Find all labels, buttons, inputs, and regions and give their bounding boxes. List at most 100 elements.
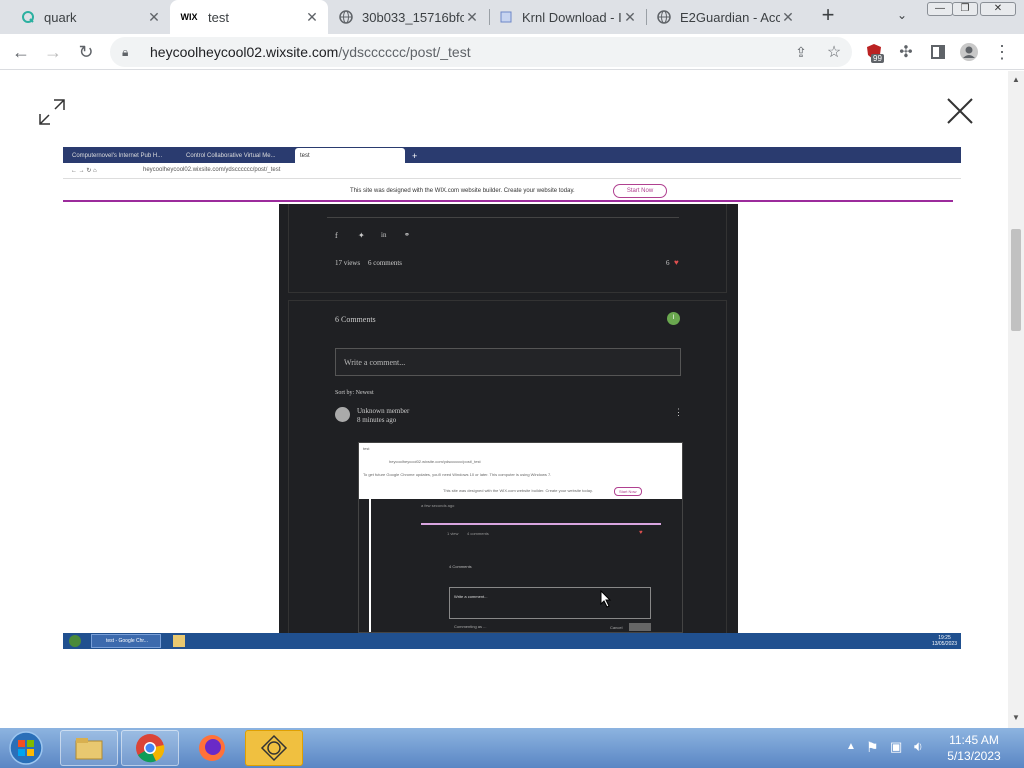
image-sort: Sort by: Newest — [335, 390, 374, 396]
tab-title: test — [208, 9, 229, 25]
krnl-icon — [498, 9, 514, 25]
close-tab-icon[interactable]: ✕ — [780, 9, 796, 26]
image-comment-time: 8 minutes ago — [357, 416, 397, 424]
extension-badge: 99 — [871, 54, 884, 63]
image-nested-time: a few seconds ago — [421, 503, 455, 508]
image-comments-title: 6 Comments — [335, 315, 376, 324]
show-hidden-icons[interactable]: ▲ — [846, 741, 856, 752]
minimize-button[interactable]: — — [927, 2, 953, 16]
new-tab-button[interactable]: + — [817, 4, 839, 27]
image-nested-write: Write a comment... — [454, 594, 488, 599]
image-tab: Computernovel's Internet Pub H... — [72, 152, 163, 159]
forward-button[interactable]: → — [42, 41, 64, 63]
system-clock[interactable]: 11:45 AM 5/13/2023 — [944, 732, 1004, 764]
image-nested-url: heycoolheycool02.wixsite.com/ydscccccc/p… — [389, 459, 481, 464]
file-explorer-taskbar-button[interactable] — [60, 730, 118, 766]
tab-30b033[interactable]: 30b033_15716bfc ✕ — [330, 0, 488, 34]
image-wix-banner: This site was designed with the WIX.com … — [63, 180, 953, 202]
image-views: 17 views — [335, 259, 361, 267]
menu-kebab-icon[interactable]: ⋮ — [991, 41, 1013, 63]
profile-avatar-icon[interactable] — [958, 41, 980, 63]
tab-quark[interactable]: quark ✕ — [12, 0, 170, 34]
wix-icon: WIX — [180, 12, 198, 22]
app-taskbar-button[interactable] — [245, 730, 303, 766]
start-button[interactable] — [4, 730, 48, 766]
action-center-flag-icon[interactable]: ⚑ — [866, 739, 879, 756]
close-lightbox-icon[interactable] — [946, 97, 974, 125]
tab-search-icon[interactable]: ⌄ — [897, 8, 907, 22]
tab-title: E2Guardian - Acc — [680, 9, 780, 25]
scrollbar-thumb[interactable] — [1011, 229, 1021, 331]
image-facebook-icon: f — [335, 231, 338, 240]
extensions-puzzle-icon[interactable]: ✣ — [895, 41, 917, 63]
tab-title: Krnl Download - I — [522, 9, 622, 25]
image-post-card: f ✦ in ⚭ 17 views 6 comments 6 ♥ — [288, 204, 727, 293]
image-mouse-cursor-icon — [600, 589, 612, 613]
image-comments-count: 6 comments — [368, 259, 403, 267]
image-tab-strip: Computernovel's Internet Pub H... Contro… — [63, 147, 961, 163]
image-nested-banner: This site was designed with the WIX.com … — [443, 488, 593, 493]
image-likes: 6 — [666, 259, 670, 267]
tab-e2guardian[interactable]: E2Guardian - Acc ✕ — [648, 0, 804, 34]
clock-time: 11:45 AM — [949, 733, 999, 747]
address-bar[interactable]: 🔒︎ heycoolheycool02.wixsite.com/ydsccccc… — [110, 37, 852, 67]
image-nested-publish — [629, 623, 651, 631]
image-folder-icon — [173, 635, 185, 647]
scroll-down-icon[interactable]: ▼ — [1012, 713, 1020, 722]
volume-icon[interactable]: 🔉︎ — [914, 738, 923, 755]
image-tab: Control Collaborative Virtual Me... — [186, 152, 276, 159]
image-twitter-icon: ✦ — [358, 231, 365, 240]
bookmark-star-icon[interactable]: ☆ — [823, 41, 845, 63]
close-tab-icon[interactable]: ✕ — [304, 9, 320, 26]
image-divider — [327, 217, 679, 218]
close-tab-icon[interactable]: ✕ — [146, 9, 162, 26]
scroll-up-icon[interactable]: ▲ — [1012, 75, 1020, 84]
globe-icon — [656, 9, 672, 25]
image-start-now: Start Now — [613, 184, 667, 198]
image-url: heycoolheycool02.wixsite.com/ydscccccc/p… — [143, 167, 281, 173]
image-author: Unknown member — [357, 407, 410, 415]
image-comment-input: Write a comment... — [335, 348, 681, 376]
share-icon[interactable]: ⇪ — [790, 41, 812, 63]
url-path: /ydscccccc/post/_test — [338, 44, 471, 60]
image-post-area: f ✦ in ⚭ 17 views 6 comments 6 ♥ 6 Comme… — [279, 204, 738, 633]
image-start-icon — [69, 635, 81, 647]
firefox-taskbar-button[interactable] — [183, 730, 241, 766]
network-icon[interactable]: ▣ — [890, 739, 902, 755]
image-heart-icon: ♥ — [674, 258, 679, 267]
image-wix-banner-text: This site was designed with the WIX.com … — [350, 188, 575, 194]
image-nested-status: Commenting as ... — [454, 624, 487, 629]
adblock-extension-icon[interactable]: 99 — [863, 41, 885, 63]
image-link-icon: ⚭ — [404, 231, 410, 239]
quark-icon — [20, 9, 36, 25]
image-nested-input: Write a comment... — [449, 587, 651, 619]
chrome-taskbar-button[interactable] — [121, 730, 179, 766]
image-clock-date: 13/05/2023 — [931, 641, 957, 647]
image-windows-taskbar: test - Google Chr... 19:25 13/05/2023 — [63, 633, 961, 649]
reload-button[interactable]: ↻ — [75, 41, 97, 63]
tab-strip: quark ✕ WIX test ✕ 30b033_15716bfc ✕ Krn… — [0, 0, 1024, 34]
windows-taskbar: ▲ ⚑ ▣ 🔉︎ 11:45 AM 5/13/2023 — [0, 728, 1024, 768]
maximize-button[interactable]: ❐ — [952, 2, 978, 16]
image-taskbar-clock: 19:25 13/05/2023 — [932, 635, 957, 647]
close-tab-icon[interactable]: ✕ — [464, 9, 480, 26]
image-nested-start: Start Now — [614, 487, 642, 496]
side-panel-icon[interactable] — [927, 41, 949, 63]
image-nested-divider — [421, 523, 661, 525]
image-user-avatar: I — [667, 312, 680, 325]
page-scrollbar[interactable]: ▲ ▼ — [1008, 71, 1024, 728]
image-linkedin-icon: in — [381, 231, 387, 239]
image-nested-comments-title: 4 Comments — [449, 564, 472, 569]
image-nav-icons: ← → ↻ ⌂ — [71, 168, 97, 174]
close-window-button[interactable]: ✕ — [980, 2, 1016, 16]
expand-icon[interactable] — [38, 98, 66, 126]
tab-title: 30b033_15716bfc — [362, 9, 464, 25]
image-taskbar-chrome: test - Google Chr... — [91, 634, 161, 648]
tab-test[interactable]: WIX test ✕ — [170, 0, 328, 34]
back-button[interactable]: ← — [10, 41, 32, 63]
image-author-avatar — [335, 407, 350, 422]
image-nested-cancel: Cancel — [610, 625, 623, 630]
tab-krnl[interactable]: Krnl Download - I ✕ — [490, 0, 646, 34]
close-tab-icon[interactable]: ✕ — [622, 9, 638, 26]
url-host: heycoolheycool02.wixsite.com — [150, 44, 339, 60]
